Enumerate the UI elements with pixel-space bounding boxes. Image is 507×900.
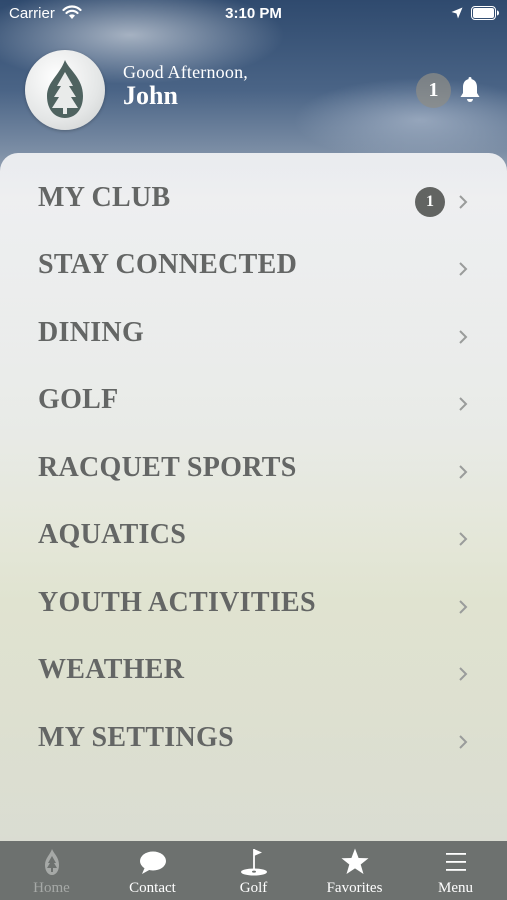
chevron-right-icon: [459, 735, 468, 749]
chevron-right-icon: [459, 330, 468, 344]
menu-item-label: AQUATICS: [38, 519, 187, 550]
club-logo: [25, 50, 105, 130]
tab-label: Home: [33, 880, 70, 896]
star-icon: [341, 848, 369, 874]
golf-flag-icon: [241, 849, 267, 876]
greeting: Good Afternoon, John: [123, 62, 248, 111]
menu-item-stay-connected[interactable]: STAY CONNECTED: [0, 237, 507, 304]
menu-item-label: YOUTH ACTIVITIES: [38, 587, 316, 618]
tab-label: Favorites: [326, 880, 383, 896]
menu-item-golf[interactable]: GOLF: [0, 372, 507, 439]
menu-item-badge: 1: [415, 187, 445, 217]
main-menu-panel: MY CLUB 1 STAY CONNECTED DINING GOLF RAC…: [0, 153, 507, 841]
menu-item-racquet-sports[interactable]: RACQUET SPORTS: [0, 440, 507, 507]
chevron-right-icon: [459, 667, 468, 681]
chevron-right-icon: [459, 195, 468, 209]
chat-bubble-icon: [140, 851, 166, 874]
tab-contact[interactable]: Contact: [102, 841, 203, 900]
chevron-right-icon: [459, 397, 468, 411]
location-arrow-icon: [451, 7, 463, 19]
menu-item-label: WEATHER: [38, 654, 185, 685]
menu-item-weather[interactable]: WEATHER: [0, 642, 507, 709]
menu-item-my-club[interactable]: MY CLUB 1: [0, 170, 507, 237]
chevron-right-icon: [459, 600, 468, 614]
menu-item-my-settings[interactable]: MY SETTINGS: [0, 710, 507, 777]
tab-favorites[interactable]: Favorites: [304, 841, 405, 900]
menu-item-youth-activities[interactable]: YOUTH ACTIVITIES: [0, 575, 507, 642]
tab-menu[interactable]: Menu: [405, 841, 506, 900]
header: Good Afternoon, John 1: [0, 40, 507, 150]
chevron-right-icon: [459, 465, 468, 479]
menu-item-label: GOLF: [38, 384, 119, 415]
tab-label: Contact: [129, 880, 176, 896]
chevron-right-icon: [459, 532, 468, 546]
greeting-text: Good Afternoon,: [123, 62, 248, 82]
chevron-right-icon: [459, 262, 468, 276]
status-bar: Carrier 3:10 PM: [0, 0, 507, 30]
flame-tree-icon: [45, 849, 59, 875]
menu-item-label: DINING: [38, 317, 145, 348]
user-name: John: [123, 81, 178, 110]
battery-icon: [471, 6, 499, 20]
menu-item-dining[interactable]: DINING: [0, 305, 507, 372]
tab-label: Golf: [239, 880, 268, 896]
hamburger-icon: [446, 853, 466, 871]
tab-label: Menu: [438, 880, 473, 896]
menu-item-label: RACQUET SPORTS: [38, 452, 297, 483]
tab-golf[interactable]: Golf: [203, 841, 304, 900]
menu-item-aquatics[interactable]: AQUATICS: [0, 507, 507, 574]
status-time: 3:10 PM: [225, 5, 282, 22]
menu-item-label: MY SETTINGS: [38, 722, 234, 753]
tab-bar: Home Contact Golf Favorites Menu: [0, 841, 507, 900]
menu-item-label: STAY CONNECTED: [38, 249, 298, 280]
menu-item-label: MY CLUB: [38, 182, 171, 213]
tab-home[interactable]: Home: [1, 841, 102, 900]
bell-icon[interactable]: [459, 77, 481, 103]
notification-count-badge[interactable]: 1: [416, 73, 451, 108]
flame-tree-icon: [47, 60, 83, 118]
